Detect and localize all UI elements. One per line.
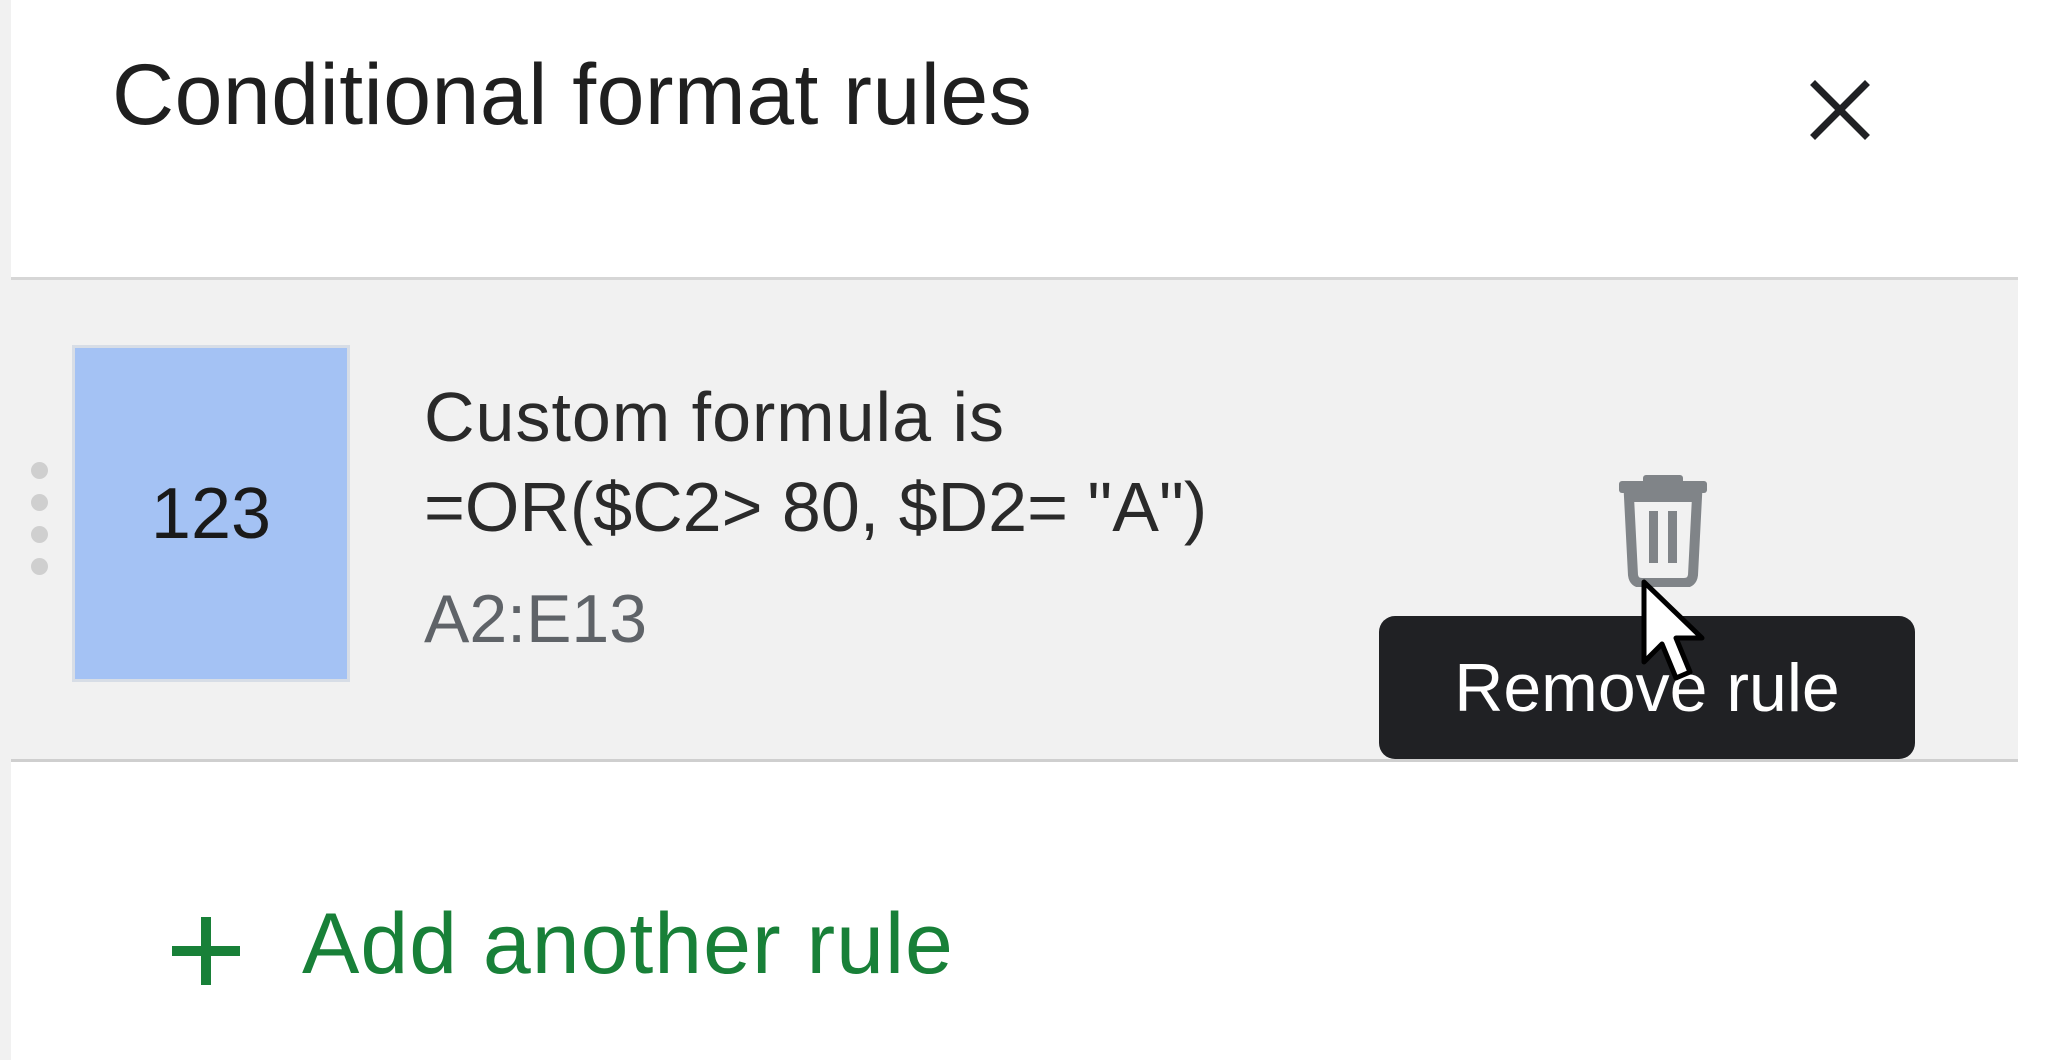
rule-format-preview: 123 <box>72 345 350 682</box>
close-icon <box>1810 80 1870 140</box>
rule-formula: =OR($C2> 80, $D2= "A") <box>424 468 1208 546</box>
panel-left-edge <box>0 0 11 1060</box>
trash-icon <box>1619 475 1707 588</box>
add-another-rule-label: Add another rule <box>302 896 954 992</box>
plus-icon <box>170 909 242 985</box>
rule-condition-type: Custom formula is <box>424 378 1006 456</box>
panel-title: Conditional format rules <box>112 47 1033 143</box>
close-button[interactable] <box>1790 60 1890 160</box>
preview-text: 123 <box>150 473 272 554</box>
rule-range: A2:E13 <box>424 581 648 657</box>
delete-rule-button[interactable] <box>1603 467 1723 588</box>
rule-description: Custom formula is =OR($C2> 80, $D2= "A")… <box>424 372 1207 658</box>
remove-rule-tooltip: Remove rule <box>1379 616 1915 759</box>
add-another-rule-button[interactable]: Add another rule <box>170 895 954 994</box>
conditional-format-panel: Conditional format rules 123 Custom form… <box>0 0 2048 1060</box>
drag-handle-icon[interactable] <box>31 462 57 584</box>
